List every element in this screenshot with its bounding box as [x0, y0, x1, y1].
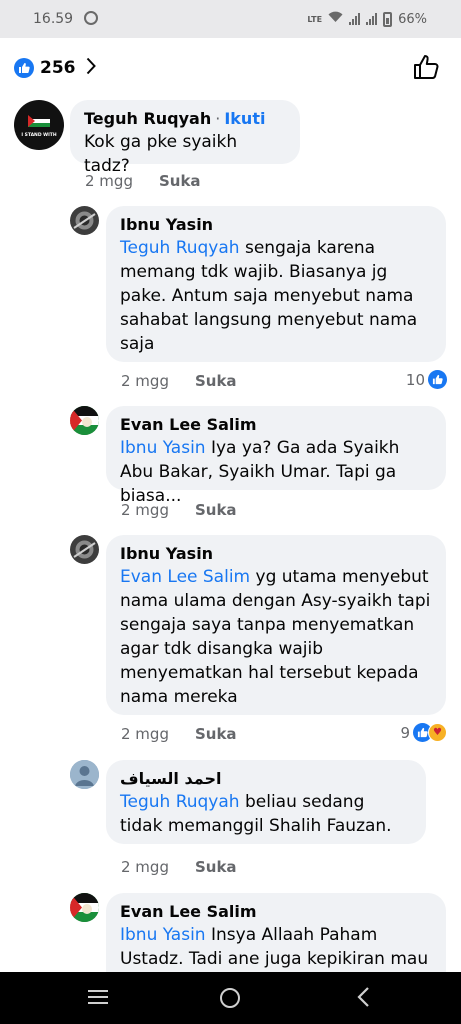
like-reaction-icon [14, 58, 34, 78]
follow-button[interactable]: Ikuti [224, 109, 265, 128]
avatar[interactable]: I STAND WITH [14, 100, 64, 150]
avatar[interactable] [70, 760, 99, 789]
comment-bubble: Evan Lee Salim Ibnu Yasin Insya Allaah P… [106, 893, 446, 972]
comment-bubble: Ibnu Yasin Evan Lee Salim yg utama menye… [106, 535, 446, 715]
chevron-right-icon [86, 56, 96, 80]
comment-meta: 2 mgg Suka [121, 858, 237, 876]
lte-icon: LTE [307, 14, 323, 24]
svg-text:I STAND WITH: I STAND WITH [21, 132, 56, 138]
comment-text: Kok ga pke syaikh tadz? [84, 132, 238, 176]
comment-bubble: Evan Lee Salim Ibnu Yasin Iya ya? Ga ada… [106, 406, 446, 506]
comment-bubble: Teguh Ruqyah · Ikuti Kok ga pke syaikh tad… [70, 100, 300, 176]
battery-icon [383, 11, 393, 27]
signal-icon-2 [366, 13, 378, 25]
recent-apps-icon[interactable] [88, 990, 108, 1004]
comment-time[interactable]: 2 mgg [121, 725, 169, 743]
signal-icon-1 [349, 13, 361, 25]
comment-author[interactable]: Ibnu Yasin [120, 214, 432, 236]
like-comment-button[interactable]: Suka [195, 372, 237, 390]
comment-meta: 2 mgg Suka [121, 725, 237, 743]
comment-meta: 2 mgg Suka [121, 501, 237, 519]
separator-dot: · [215, 109, 221, 128]
mention-link[interactable]: Ibnu Yasin [120, 438, 206, 458]
comment-bubble: احمد السياف Teguh Ruqyah beliau sedang t… [106, 760, 426, 844]
comment-time[interactable]: 2 mgg [121, 858, 169, 876]
comment-bubble: Ibnu Yasin Teguh Ruqyah sengaja karena m… [106, 206, 446, 362]
back-icon[interactable] [356, 986, 370, 1012]
reaction-count: 9 [400, 723, 410, 742]
avatar[interactable] [70, 893, 99, 922]
comment-time[interactable]: 2 mgg [85, 172, 133, 190]
reaction-summary[interactable]: 256 [14, 56, 96, 80]
comment-author[interactable]: احمد السياف [120, 768, 412, 790]
home-icon[interactable] [220, 988, 240, 1008]
comment-time[interactable]: 2 mgg [121, 372, 169, 390]
comment-author[interactable]: Ibnu Yasin [120, 543, 432, 565]
comment-meta: 2 mgg Suka [85, 172, 201, 190]
like-post-button[interactable] [413, 54, 439, 84]
avatar[interactable] [70, 535, 99, 564]
care-reaction-icon: ♥ [428, 723, 447, 742]
palestine-flag-avatar: I STAND WITH [21, 115, 57, 138]
mention-link[interactable]: Evan Lee Salim [120, 567, 250, 587]
comment-reactions[interactable]: 9 ♥ [400, 723, 447, 742]
battery-level: 66% [398, 11, 427, 27]
mention-link[interactable]: Ibnu Yasin [120, 925, 206, 945]
comment-meta: 2 mgg Suka [121, 372, 237, 390]
mention-link[interactable]: Teguh Ruqyah [120, 238, 240, 258]
reaction-count: 10 [405, 370, 425, 389]
comment-time[interactable]: 2 mgg [121, 501, 169, 519]
comments-sheet: 256 I STAND WITH Teguh Ruqyah · Ikuti Kok … [0, 38, 461, 972]
like-count: 256 [40, 58, 76, 78]
comment-author[interactable]: Teguh Ruqyah [84, 109, 211, 128]
status-bar: 16.59 LTE 66% [0, 0, 461, 38]
like-comment-button[interactable]: Suka [195, 725, 237, 743]
like-comment-button[interactable]: Suka [159, 172, 201, 190]
mention-link[interactable]: Teguh Ruqyah [120, 792, 240, 812]
comment-author[interactable]: Evan Lee Salim [120, 901, 432, 923]
whatsapp-icon [84, 11, 98, 25]
wifi-icon [328, 11, 343, 27]
status-icons: LTE 66% [307, 11, 427, 27]
status-time: 16.59 [33, 11, 74, 27]
like-comment-button[interactable]: Suka [195, 858, 237, 876]
avatar[interactable] [70, 206, 99, 235]
comment-text: yg utama menyebut nama ulama dengan Asy-… [120, 567, 431, 707]
avatar[interactable] [70, 406, 99, 435]
comment-reactions[interactable]: 10 [406, 370, 447, 389]
like-comment-button[interactable]: Suka [195, 501, 237, 519]
like-reaction-icon [428, 370, 447, 389]
thumbs-up-icon [414, 55, 439, 79]
comment-author[interactable]: Evan Lee Salim [120, 414, 432, 436]
system-nav-bar [0, 972, 461, 1024]
